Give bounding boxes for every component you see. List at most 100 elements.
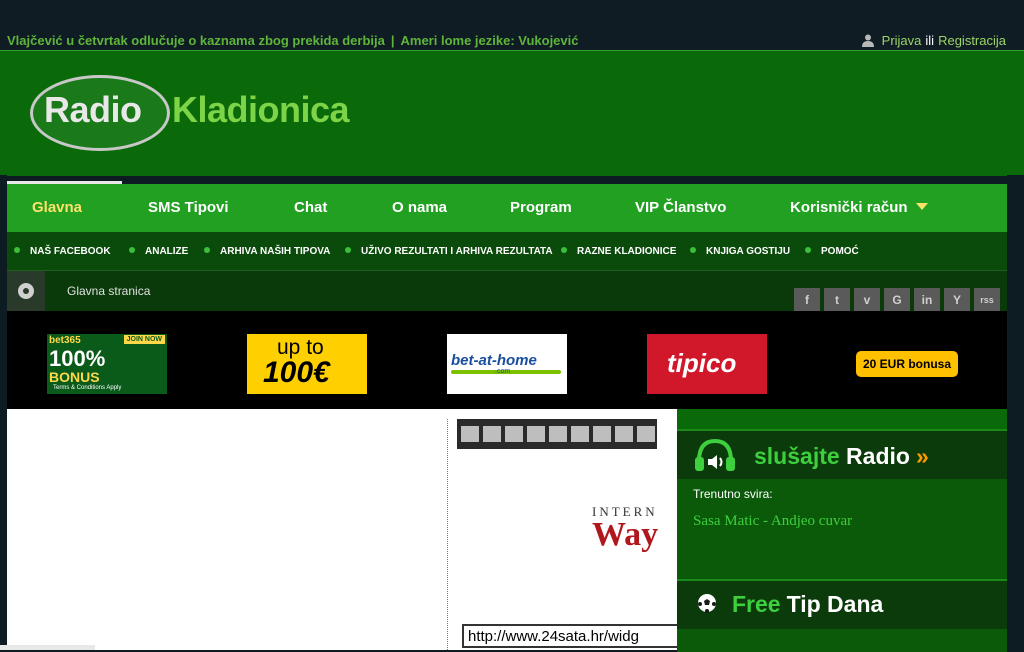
nav-item-sms-tipovi[interactable]: SMS Tipovi bbox=[148, 184, 229, 232]
ticker-separator: | bbox=[390, 33, 395, 48]
wayback-logo-way: WayBa bbox=[592, 516, 658, 553]
bullet-icon bbox=[690, 247, 696, 253]
ad-bet365-brand: bet365 bbox=[49, 335, 81, 346]
google-icon[interactable]: G bbox=[884, 288, 910, 312]
bullet-icon bbox=[561, 247, 567, 253]
audio-icon[interactable] bbox=[527, 426, 545, 442]
user-icon bbox=[861, 34, 874, 47]
ad-tipico-brand: tipico bbox=[667, 348, 737, 378]
chevron-down-icon bbox=[915, 203, 928, 210]
wayback-toolbar bbox=[457, 419, 657, 449]
site-logo[interactable]: Radio Kladionica bbox=[30, 75, 375, 151]
subnav-label: NAŠ FACEBOOK bbox=[30, 246, 111, 257]
ad-tipico[interactable]: tipico bbox=[647, 334, 767, 394]
tip-title-white: Tip Dana bbox=[786, 591, 884, 617]
image-icon[interactable] bbox=[571, 426, 589, 442]
now-playing-label: Trenutno svira: bbox=[693, 487, 773, 501]
ad-betathome-brand: bet-at-home bbox=[451, 352, 537, 369]
news-ticker: Vlajčević u četvrtak odlučuje o kaznama … bbox=[7, 33, 578, 48]
subnav-item-facebook[interactable]: NAŠ FACEBOOK bbox=[14, 232, 111, 270]
archive-icon[interactable] bbox=[593, 426, 611, 442]
twitter-icon[interactable]: t bbox=[824, 288, 850, 312]
linkedin-icon[interactable]: in bbox=[914, 288, 940, 312]
ticker-item-1[interactable]: Vlajčević u četvrtak odlučuje o kaznama … bbox=[7, 33, 385, 48]
tip-title: Free Tip Dana bbox=[732, 591, 883, 618]
subnav-item-analize[interactable]: ANALIZE bbox=[129, 232, 188, 270]
yahoo-icon[interactable]: Y bbox=[944, 288, 970, 312]
headphones-icon bbox=[695, 438, 735, 471]
ad-bet365-join: JOIN NOW bbox=[123, 335, 165, 344]
radio-title-white: Radio bbox=[846, 443, 910, 469]
ad-bet365[interactable]: bet365 JOIN NOW 100% BONUS Terms & Condi… bbox=[47, 334, 167, 394]
home-icon[interactable] bbox=[7, 271, 45, 311]
url-input[interactable]: http://www.24sata.hr/widg bbox=[462, 624, 682, 648]
radio-header[interactable]: slušajte Radio» bbox=[677, 431, 1007, 479]
sub-nav: NAŠ FACEBOOK ANALIZE ARHIVA NAŠIH TIPOVA… bbox=[7, 232, 1007, 270]
nav-item-program[interactable]: Program bbox=[510, 184, 572, 232]
nav-item-chat[interactable]: Chat bbox=[294, 184, 327, 232]
main-content: INTERN WayBa http://www.24sata.hr/widg bbox=[7, 409, 682, 650]
software-icon[interactable] bbox=[549, 426, 567, 442]
register-link[interactable]: Registracija bbox=[938, 33, 1006, 48]
tip-header[interactable]: Free Tip Dana bbox=[677, 579, 1007, 629]
bonus-button[interactable]: 20 EUR bonusa bbox=[856, 351, 958, 377]
site-header: Radio Kladionica bbox=[0, 50, 1024, 175]
ad-bet-at-home[interactable]: bet-at-home .com bbox=[447, 334, 567, 394]
film-icon[interactable] bbox=[505, 426, 523, 442]
radio-title: slušajte Radio» bbox=[754, 443, 929, 470]
subnav-item-razne-kladionice[interactable]: RAZNE KLADIONICE bbox=[561, 232, 676, 270]
nav-item-korisnicki-racun-label: Korisnički račun bbox=[790, 199, 908, 216]
tip-title-green: Free bbox=[732, 591, 781, 617]
subnav-label: POMOĆ bbox=[821, 246, 859, 257]
subnav-item-pomoc[interactable]: POMOĆ bbox=[805, 232, 859, 270]
subnav-item-uzivo-rezultati[interactable]: UŽIVO REZULTATI I ARHIVA REZULTATA bbox=[345, 232, 553, 270]
book-icon[interactable] bbox=[483, 426, 501, 442]
vimeo-icon[interactable]: v bbox=[854, 288, 880, 312]
ticker-item-2[interactable]: Ameri lome jezike: Vukojević bbox=[401, 33, 579, 48]
ad-betathome-sub: .com bbox=[495, 368, 511, 375]
subnav-label: RAZNE KLADIONICE bbox=[577, 246, 677, 257]
subnav-label: ANALIZE bbox=[145, 246, 189, 257]
subnav-item-knjiga-gostiju[interactable]: KNJIGA GOSTIJU bbox=[690, 232, 790, 270]
ad-up-to-100[interactable]: up to 100€ bbox=[247, 334, 367, 394]
nav-item-o-nama[interactable]: O nama bbox=[392, 184, 447, 232]
subnav-label: KNJIGA GOSTIJU bbox=[706, 246, 791, 257]
ad-banner-strip: bet365 JOIN NOW 100% BONUS Terms & Condi… bbox=[7, 311, 1007, 409]
wayback-logo[interactable]: INTERN WayBa bbox=[592, 504, 658, 554]
nav-item-glavna[interactable]: Glavna bbox=[7, 181, 122, 229]
content-divider bbox=[447, 419, 448, 650]
user-icon[interactable] bbox=[615, 426, 633, 442]
facebook-icon[interactable]: f bbox=[794, 288, 820, 312]
ad-upto-line2: 100€ bbox=[263, 356, 330, 389]
bullet-icon bbox=[129, 247, 135, 253]
ad-bet365-bonus: BONUS bbox=[49, 369, 100, 385]
subnav-label: ARHIVA NAŠIH TIPOVA bbox=[220, 246, 331, 257]
auth-links: Prijava ili Registracija bbox=[861, 33, 1006, 48]
web-icon[interactable] bbox=[461, 426, 479, 442]
now-playing-song: Sasa Matic - Andjeo cuvar bbox=[693, 513, 853, 529]
auth-or: ili bbox=[925, 33, 935, 48]
breadcrumb: Glavna stranica bbox=[67, 284, 151, 298]
nav-item-korisnicki-racun[interactable]: Korisnički račun bbox=[790, 184, 928, 232]
nav-item-vip-clanstvo[interactable]: VIP Članstvo bbox=[635, 184, 726, 232]
right-sidebar: slušajte Radio» Trenutno svira: Sasa Mat… bbox=[677, 429, 1007, 652]
soccer-ball-icon bbox=[698, 594, 716, 613]
bullet-icon bbox=[805, 247, 811, 253]
breadcrumb-bar: Glavna stranica f t v G in Y rss bbox=[7, 270, 1007, 312]
bullet-icon bbox=[204, 247, 210, 253]
ad-bet365-terms: Terms & Conditions Apply bbox=[53, 385, 122, 391]
scroll-corner bbox=[0, 645, 95, 650]
subnav-item-arhiva-tipova[interactable]: ARHIVA NAŠIH TIPOVA bbox=[204, 232, 330, 270]
main-nav: Glavna SMS Tipovi Chat O nama Program VI… bbox=[7, 176, 1007, 232]
bullet-icon bbox=[345, 247, 351, 253]
top-bar: Vlajčević u četvrtak odlučuje o kaznama … bbox=[0, 0, 1024, 50]
login-link[interactable]: Prijava bbox=[882, 33, 922, 48]
subnav-label: UŽIVO REZULTATI I ARHIVA REZULTATA bbox=[361, 246, 553, 257]
upload-icon[interactable] bbox=[637, 426, 655, 442]
radio-title-green: slušajte bbox=[754, 443, 840, 469]
logo-text-kladionica: Kladionica bbox=[172, 89, 350, 130]
chevron-right-icon: » bbox=[915, 443, 929, 469]
bullet-icon bbox=[14, 247, 20, 253]
logo-text-radio: Radio bbox=[44, 89, 142, 130]
rss-icon[interactable]: rss bbox=[974, 288, 1000, 312]
